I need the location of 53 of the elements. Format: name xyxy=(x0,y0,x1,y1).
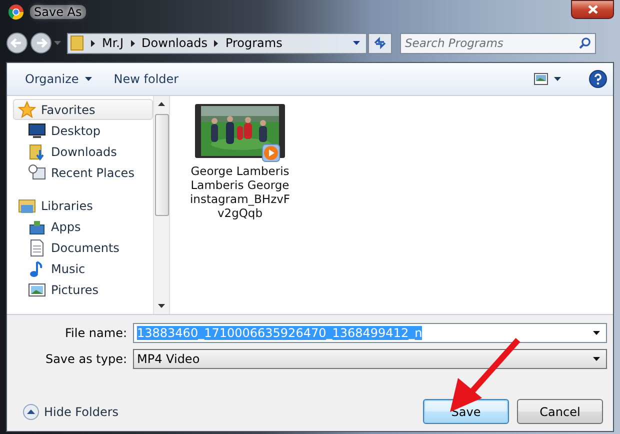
refresh-icon xyxy=(373,37,387,49)
type-dropdown[interactable]: MP4 Video xyxy=(133,349,607,369)
sidebar-item[interactable]: Recent Places xyxy=(13,162,153,183)
file-name[interactable]: George Lamberis Lamberis George instagram_BHzvF v2gQqb xyxy=(190,164,290,220)
help-icon[interactable] xyxy=(589,70,607,88)
refresh-button[interactable] xyxy=(368,32,392,54)
sidebar-item[interactable]: Downloads xyxy=(13,141,153,162)
chevron-icon xyxy=(214,40,218,46)
organize-button[interactable]: Organize xyxy=(21,69,96,89)
sidebar-item[interactable]: Desktop xyxy=(13,120,153,141)
collapse-icon xyxy=(23,404,39,420)
field-label: Save as type: xyxy=(44,352,127,366)
view-icon xyxy=(534,73,548,85)
scroll-up-icon xyxy=(158,102,165,106)
star-icon xyxy=(18,100,36,118)
hide-folders-button[interactable]: Hide Folders xyxy=(23,404,119,420)
download-folder-icon xyxy=(28,142,46,160)
close-button[interactable] xyxy=(571,0,614,18)
browser-logo-icon xyxy=(8,4,24,20)
sidebar-group[interactable]: Favorites xyxy=(13,99,153,120)
image-icon xyxy=(28,280,46,298)
document-icon xyxy=(28,238,46,256)
caret-icon xyxy=(84,77,92,81)
sidebar-item[interactable]: Pictures xyxy=(13,279,153,300)
back-button[interactable] xyxy=(6,32,28,54)
forward-button[interactable] xyxy=(30,32,52,54)
library-icon xyxy=(18,196,36,214)
dropdown-arrow-icon[interactable] xyxy=(353,41,360,45)
breadcrumb-item[interactable]: Downloads xyxy=(142,36,208,50)
sidebar-item[interactable]: Documents xyxy=(13,237,153,258)
scroll-down-icon xyxy=(158,304,165,308)
sidebar-item[interactable]: Music xyxy=(13,258,153,279)
clock-document-icon xyxy=(28,164,46,182)
monitor-icon xyxy=(28,122,46,140)
sidebar-group[interactable]: Libraries xyxy=(13,195,153,216)
field-label: File name: xyxy=(64,326,127,340)
scrollbar[interactable] xyxy=(153,96,170,314)
play-badge-icon xyxy=(262,144,280,162)
search-icon xyxy=(579,36,591,48)
sidebar-item[interactable]: Apps xyxy=(13,216,153,237)
new-folder-button[interactable]: New folder xyxy=(110,69,183,89)
address-bar[interactable]: Mr.J Downloads Programs xyxy=(67,32,367,54)
breadcrumb-item[interactable]: Programs xyxy=(225,36,282,50)
chevron-icon xyxy=(130,40,135,46)
folder-icon xyxy=(70,35,84,51)
chevron-icon xyxy=(91,40,95,46)
search-field[interactable]: Search Programs xyxy=(400,32,596,54)
close-icon xyxy=(588,4,598,14)
dialog-button[interactable]: Cancel xyxy=(517,399,603,424)
caret-icon xyxy=(554,77,561,81)
dropdown-arrow-icon xyxy=(593,357,600,361)
breadcrumb-item[interactable]: Mr.J xyxy=(102,36,124,50)
dropdown-arrow-icon xyxy=(593,331,600,335)
